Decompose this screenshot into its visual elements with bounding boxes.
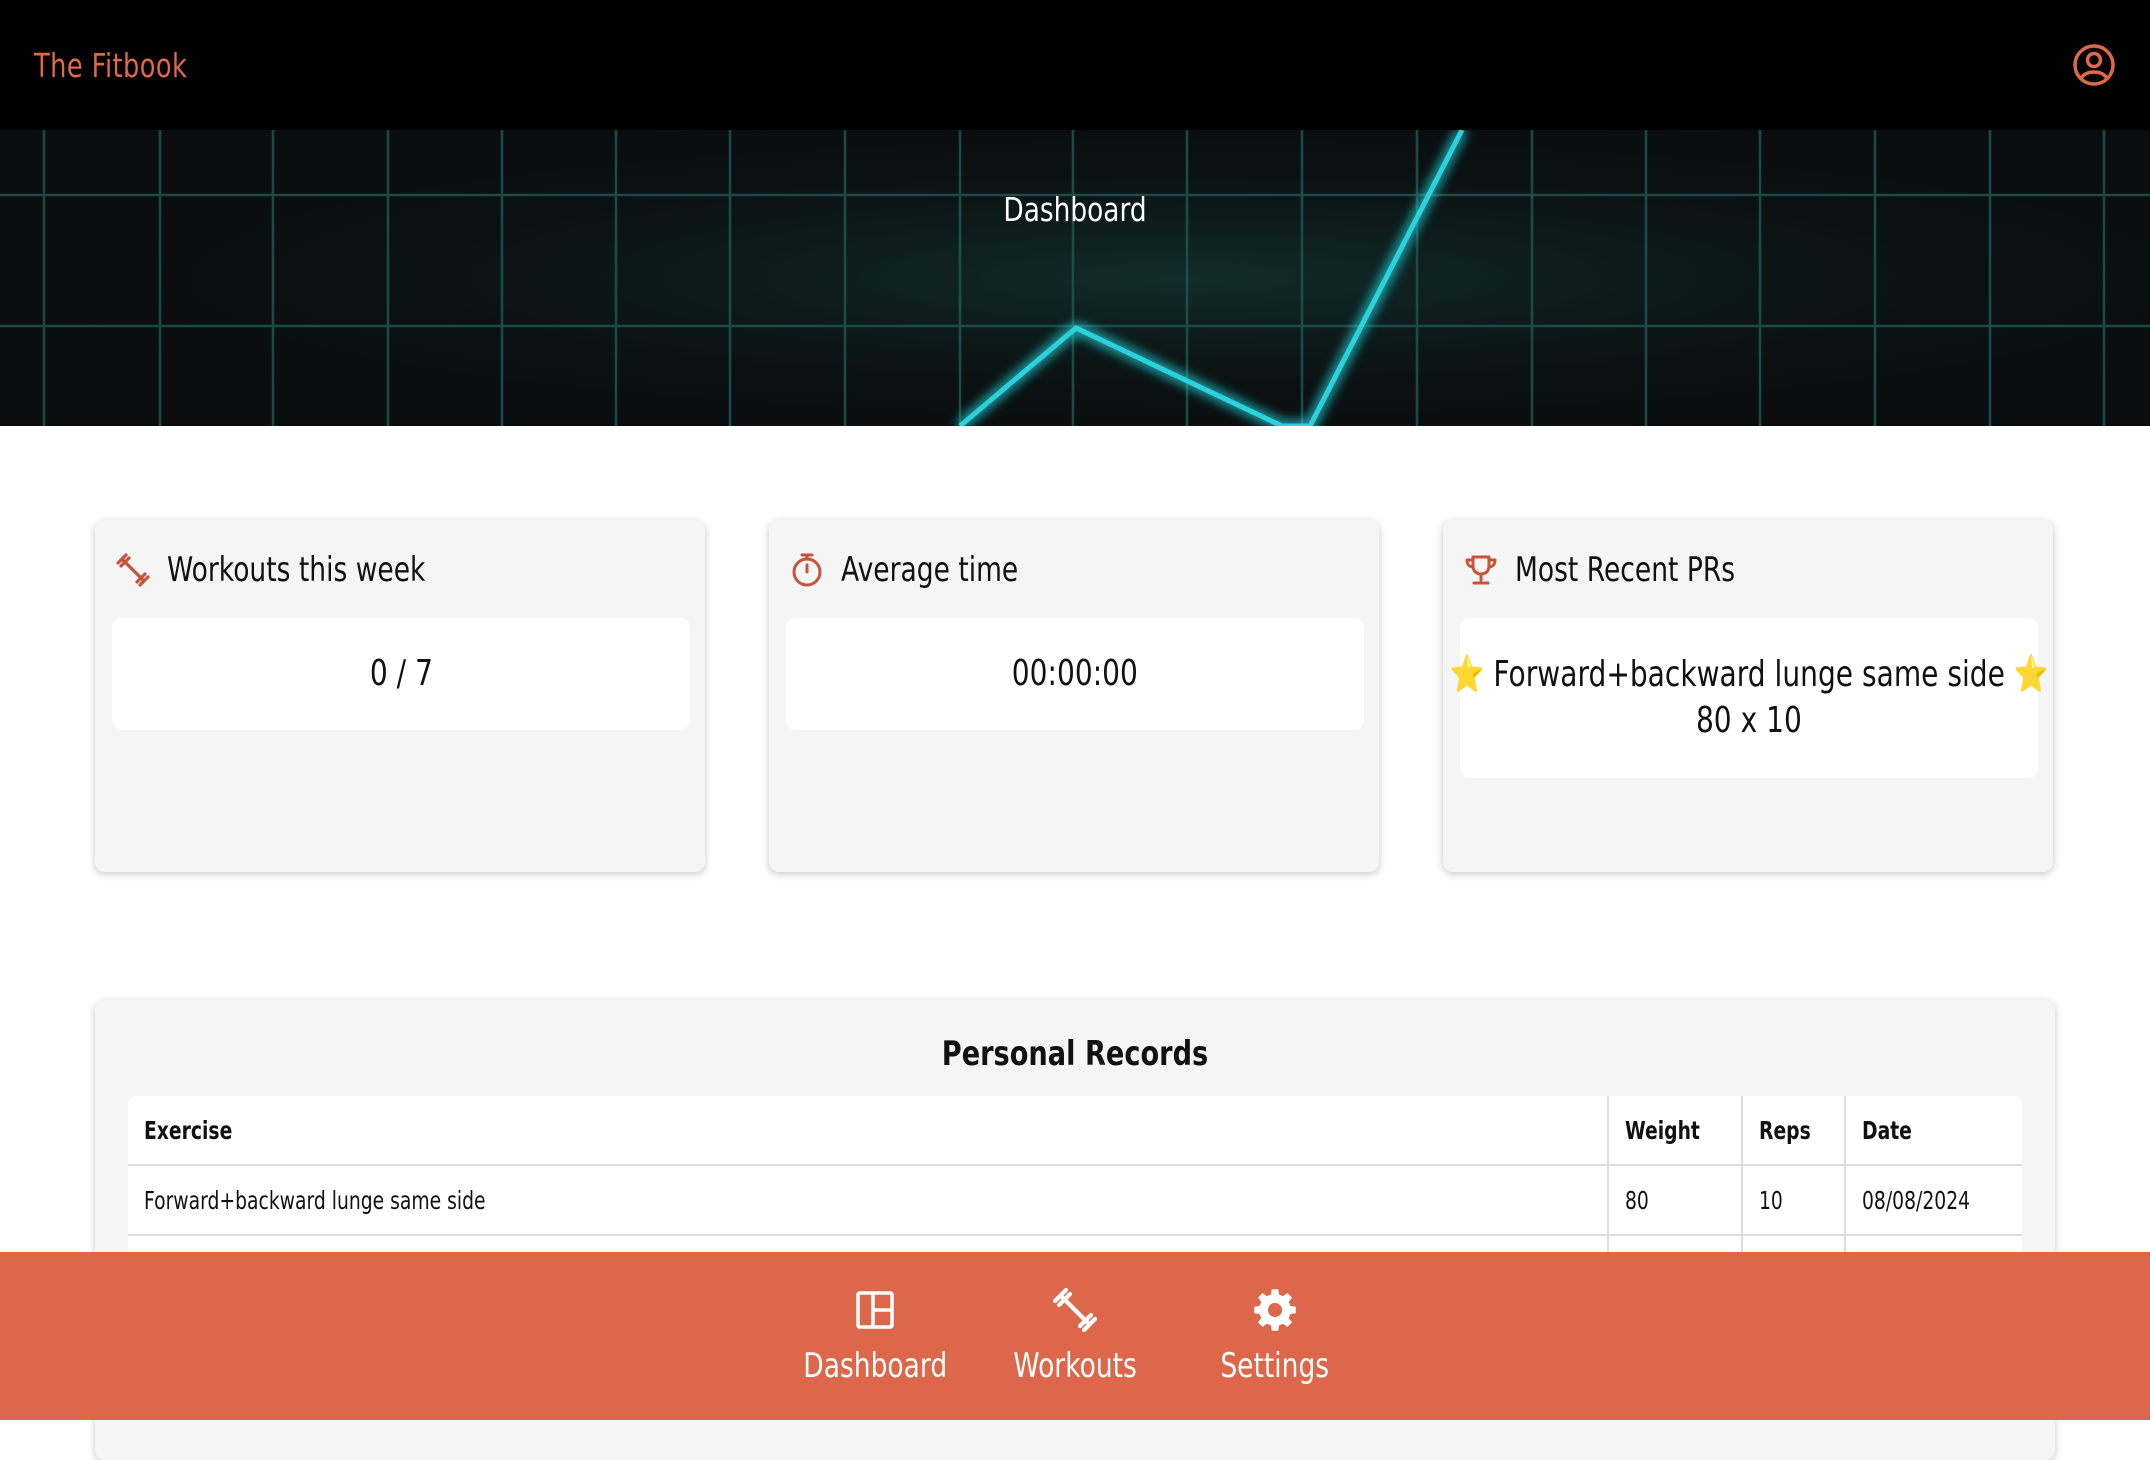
dumbbell-icon	[116, 553, 150, 587]
column-header-exercise[interactable]: Exercise	[128, 1096, 1609, 1166]
column-header-reps[interactable]: Reps	[1740, 1096, 1845, 1166]
personal-records-title: Personal Records	[941, 1034, 1209, 1074]
card-title: Average time	[841, 550, 1019, 590]
table-header-row: Exercise Weight Reps Date	[128, 1096, 2022, 1166]
column-header-date[interactable]: Date	[1843, 1096, 2022, 1166]
account-circle-icon	[2073, 44, 2115, 86]
nav-dashboard[interactable]: Dashboard	[775, 1266, 975, 1406]
nav-label: Dashboard	[803, 1346, 947, 1386]
nav-workouts[interactable]: Workouts	[975, 1266, 1175, 1406]
recent-pr-exercise: ⭐ Forward+backward lunge same side ⭐	[1449, 654, 2049, 695]
cell-date: 08/08/2024	[1843, 1165, 2022, 1236]
nav-label: Workouts	[1013, 1346, 1137, 1386]
stopwatch-icon	[792, 553, 822, 587]
average-time-value: 00:00:00	[1011, 653, 1139, 694]
card-title: Workouts this week	[167, 550, 426, 590]
nav-settings[interactable]: Settings	[1175, 1266, 1375, 1406]
table-row[interactable]: Forward+backward lunge same side 80 10 0…	[128, 1165, 2022, 1236]
stats-cards: Workouts this week 0 / 7 Average time 00…	[95, 520, 2055, 872]
card-title: Most Recent PRs	[1515, 550, 1736, 590]
hero-banner: Dashboard	[0, 130, 2150, 426]
neon-grid-graphic	[0, 130, 2150, 426]
column-header-weight[interactable]: Weight	[1607, 1096, 1742, 1166]
average-time-card: Average time 00:00:00	[769, 520, 1379, 872]
cell-reps: 10	[1740, 1165, 1845, 1236]
recent-pr-detail: 80 x 10	[1696, 700, 1802, 741]
recent-pr-box: ⭐ Forward+backward lunge same side ⭐ 80 …	[1449, 618, 2049, 778]
trophy-icon	[1465, 555, 1497, 585]
average-time-value-box: 00:00:00	[786, 618, 1364, 730]
dashboard-icon	[856, 1291, 894, 1329]
workouts-this-week-card: Workouts this week 0 / 7	[95, 520, 705, 872]
page-title: Dashboard	[1003, 190, 1147, 229]
cell-weight: 80	[1607, 1165, 1742, 1236]
most-recent-prs-card: Most Recent PRs ⭐ Forward+backward lunge…	[1443, 520, 2053, 872]
cell-exercise: Forward+backward lunge same side	[128, 1165, 1609, 1236]
top-app-bar: The Fitbook	[0, 0, 2150, 130]
dumbbell-icon	[1052, 1287, 1098, 1333]
nav-label: Settings	[1220, 1346, 1330, 1386]
bottom-navigation: Dashboard Workouts Settings	[0, 1252, 2150, 1420]
gear-icon	[1254, 1289, 1296, 1331]
workouts-count-value-box: 0 / 7	[112, 618, 690, 730]
app-brand[interactable]: The Fitbook	[34, 46, 187, 85]
workouts-count-value: 0 / 7	[369, 653, 433, 694]
account-button[interactable]	[2072, 43, 2116, 87]
